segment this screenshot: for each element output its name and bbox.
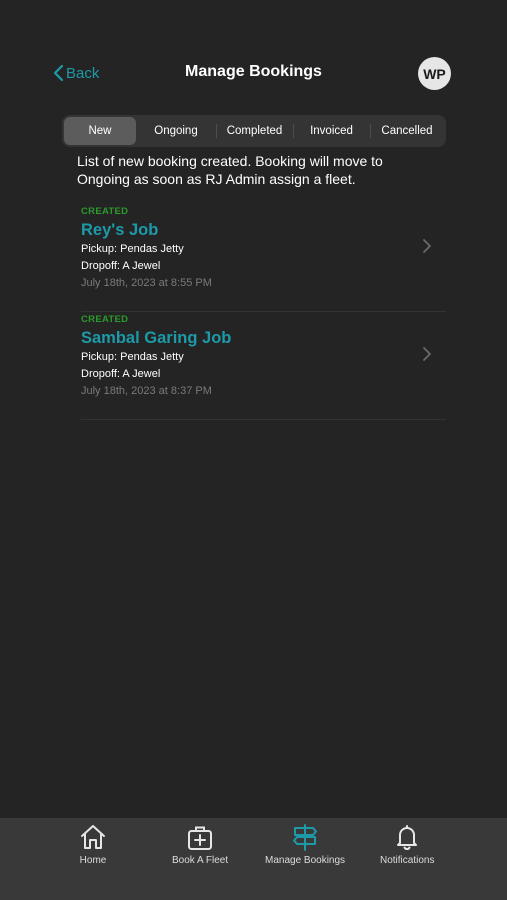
status-badge: CREATED bbox=[81, 206, 129, 217]
tab-home[interactable]: Home bbox=[78, 822, 108, 866]
booking-title: Sambal Garing Job bbox=[81, 329, 232, 347]
booking-dropoff: Dropoff: A Jewel bbox=[81, 260, 161, 272]
booking-list-item[interactable]: CREATED Sambal Garing Job Pickup: Pendas… bbox=[81, 312, 446, 420]
segment-divider bbox=[216, 124, 217, 138]
header: Back Manage Bookings WP bbox=[0, 56, 507, 90]
booking-dropoff: Dropoff: A Jewel bbox=[81, 368, 161, 380]
segment-new[interactable]: New bbox=[64, 117, 136, 145]
segment-completed[interactable]: Completed bbox=[216, 117, 293, 145]
tab-book-a-fleet[interactable]: Book A Fleet bbox=[172, 822, 228, 866]
segment-divider bbox=[370, 124, 371, 138]
booking-datetime: July 18th, 2023 at 8:55 PM bbox=[81, 277, 212, 289]
segment-label: Invoiced bbox=[310, 125, 353, 137]
bell-icon bbox=[397, 825, 418, 850]
segment-label: New bbox=[88, 125, 112, 137]
segment-label: Cancelled bbox=[381, 125, 433, 137]
status-badge: CREATED bbox=[81, 314, 129, 325]
booking-pickup: Pickup: Pendas Jetty bbox=[81, 243, 184, 255]
tab-label: Book A Fleet bbox=[172, 855, 229, 866]
segment-label: Ongoing bbox=[154, 125, 198, 137]
tab-manage-bookings[interactable]: Manage Bookings bbox=[265, 822, 345, 866]
medical-bag-plus-icon bbox=[188, 826, 213, 850]
segment-cancelled[interactable]: Cancelled bbox=[370, 117, 444, 145]
list-description: List of new booking created. Booking wil… bbox=[77, 153, 383, 187]
tab-label: Home bbox=[79, 855, 107, 866]
segment-divider bbox=[293, 124, 294, 138]
tab-notifications[interactable]: Notifications bbox=[380, 822, 434, 866]
chevron-right-icon bbox=[423, 239, 431, 253]
avatar[interactable]: WP bbox=[418, 57, 451, 90]
segment-invoiced[interactable]: Invoiced bbox=[293, 117, 370, 145]
segment-ongoing[interactable]: Ongoing bbox=[136, 117, 216, 145]
tab-label: Manage Bookings bbox=[265, 855, 346, 866]
bookings-list: CREATED Rey's Job Pickup: Pendas Jetty D… bbox=[81, 204, 446, 420]
booking-list-item[interactable]: CREATED Rey's Job Pickup: Pendas Jetty D… bbox=[81, 204, 446, 312]
booking-pickup: Pickup: Pendas Jetty bbox=[81, 351, 184, 363]
booking-status-segmented-control: New Ongoing Completed Invoiced Cancelled bbox=[62, 115, 446, 147]
segment-label: Completed bbox=[226, 125, 283, 137]
booking-title: Rey's Job bbox=[81, 221, 159, 239]
signpost-icon bbox=[293, 824, 318, 851]
chevron-right-icon bbox=[423, 347, 431, 361]
booking-datetime: July 18th, 2023 at 8:37 PM bbox=[81, 385, 212, 397]
tab-label: Notifications bbox=[380, 855, 435, 866]
home-icon bbox=[81, 825, 105, 849]
bottom-tab-bar: Home Book A Fleet Manage Bookings Notifi… bbox=[0, 818, 507, 900]
